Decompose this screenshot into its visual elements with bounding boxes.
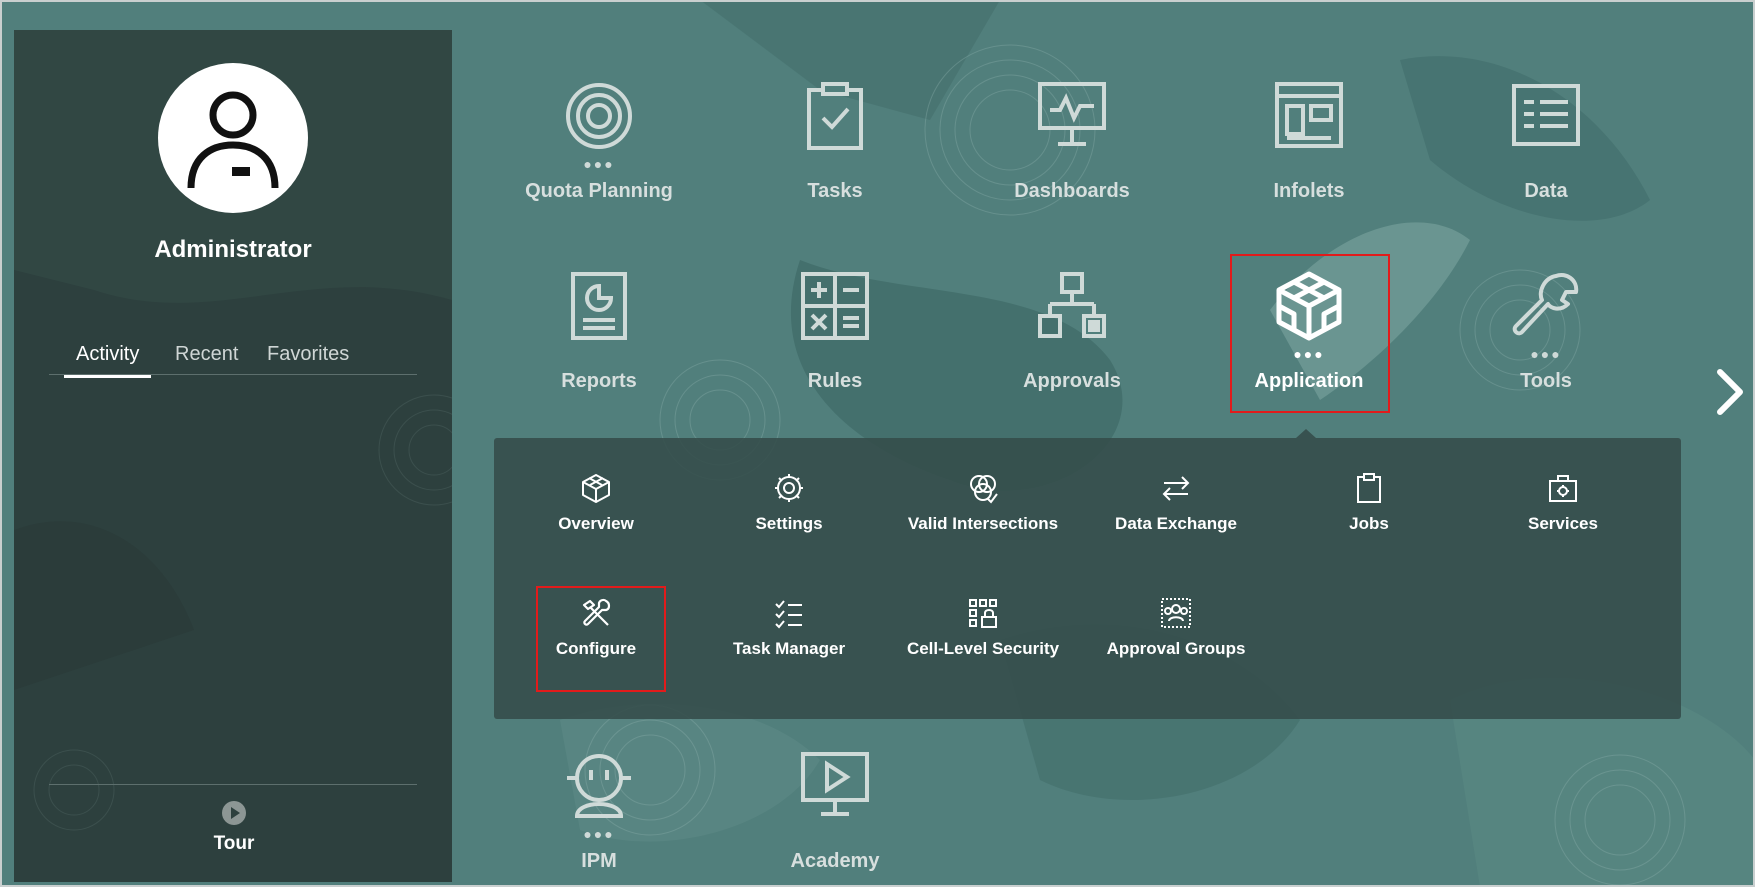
user-icon	[187, 91, 279, 189]
clipboard-icon	[1357, 473, 1381, 503]
tile-reports[interactable]: Reports	[519, 270, 679, 420]
cell-security-icon	[969, 599, 997, 628]
tile-infolets[interactable]: Infolets	[1229, 80, 1389, 230]
menu-task-manager[interactable]: Task Manager	[694, 597, 884, 697]
more-dots: ●●●	[583, 156, 615, 172]
checklist-icon	[775, 600, 802, 629]
tile-label: Tools	[1520, 370, 1572, 392]
menu-label: Settings	[755, 514, 823, 533]
frame-top	[0, 0, 1755, 2]
menu-label: Services	[1528, 514, 1598, 533]
avatar[interactable]	[158, 63, 308, 213]
menu-overview[interactable]: Overview	[501, 472, 691, 572]
user-name: Administrator	[154, 236, 312, 263]
tile-label: Data	[1524, 180, 1568, 202]
tile-label: Infolets	[1273, 180, 1345, 202]
data-grid-icon	[1512, 84, 1580, 146]
frame-left	[0, 0, 2, 887]
tile-approvals[interactable]: Approvals	[992, 270, 1152, 420]
monitor-pulse-icon	[1038, 82, 1106, 146]
highlight-application	[1230, 254, 1390, 413]
tile-label: Approvals	[1023, 370, 1121, 392]
tile-data[interactable]: Data	[1466, 80, 1626, 230]
menu-data-exchange[interactable]: Data Exchange	[1081, 472, 1271, 572]
tile-label: IPM	[581, 850, 617, 872]
tile-label: Academy	[790, 850, 880, 872]
intersect-icon	[970, 475, 998, 504]
tab-activity[interactable]: Activity	[63, 343, 152, 378]
infolet-icon	[1275, 82, 1343, 148]
tile-rules[interactable]: Rules	[755, 270, 915, 420]
menu-jobs[interactable]: Jobs	[1274, 472, 1464, 572]
hierarchy-icon	[1038, 272, 1106, 338]
more-dots: ●●●	[1530, 346, 1562, 362]
menu-label: Valid Intersections	[907, 514, 1059, 533]
play-monitor-icon	[801, 752, 869, 816]
group-icon	[1161, 598, 1191, 628]
clipboard-check-icon	[807, 82, 863, 150]
chevron-right-icon[interactable]	[1712, 366, 1748, 418]
menu-label: Data Exchange	[1115, 514, 1237, 533]
menu-label: Approval Groups	[1106, 639, 1246, 658]
highlight-configure	[536, 586, 666, 692]
tile-label: Rules	[807, 370, 863, 392]
tile-label: Tasks	[807, 180, 863, 202]
menu-approval-groups[interactable]: Approval Groups	[1081, 597, 1271, 697]
menu-settings[interactable]: Settings	[694, 472, 884, 572]
menu-label: Task Manager	[732, 639, 846, 658]
target-icon	[566, 83, 632, 149]
report-icon	[571, 272, 627, 340]
robot-icon	[567, 754, 631, 818]
menu-services[interactable]: Services	[1468, 472, 1658, 572]
tile-ipm[interactable]: ●●● IPM	[519, 750, 679, 887]
tab-recent[interactable]: Recent	[175, 343, 238, 374]
calculator-icon	[801, 272, 869, 340]
tour-label: Tour	[213, 833, 255, 854]
gear-icon	[775, 474, 803, 502]
tile-label: Quota Planning	[525, 180, 673, 202]
tile-quota-planning[interactable]: ●●● Quota Planning	[519, 80, 679, 230]
play-circle-icon	[222, 801, 246, 825]
tile-tasks[interactable]: Tasks	[755, 80, 915, 230]
exchange-arrows-icon	[1162, 476, 1190, 501]
menu-label: Overview	[558, 514, 634, 533]
tab-favorites[interactable]: Favorites	[267, 343, 349, 374]
cube-icon	[582, 474, 610, 503]
tour-button[interactable]: Tour	[184, 800, 284, 855]
wrench-icon	[1512, 273, 1579, 336]
sidebar-tabs: Activity Recent Favorites	[49, 335, 417, 378]
menu-valid-intersections[interactable]: Valid Intersections	[888, 472, 1078, 572]
tile-dashboards[interactable]: Dashboards	[992, 80, 1152, 230]
menu-label: Cell-Level Security	[906, 639, 1060, 658]
divider	[49, 784, 417, 785]
tile-label: Dashboards	[1014, 180, 1130, 202]
more-dots: ●●●	[583, 826, 615, 842]
menu-label: Jobs	[1349, 514, 1389, 533]
tile-academy[interactable]: Academy	[755, 750, 915, 887]
menu-cell-level-security[interactable]: Cell-Level Security	[888, 597, 1078, 697]
submenu-pointer	[1296, 429, 1316, 438]
tile-label: Reports	[561, 370, 637, 392]
application-submenu: Overview Settings Valid Intersections Da…	[494, 429, 1681, 719]
toolbox-icon	[1549, 475, 1577, 502]
user-sidebar: Administrator Activity Recent Favorites …	[14, 30, 452, 882]
tile-tools[interactable]: ●●● Tools	[1466, 270, 1626, 420]
